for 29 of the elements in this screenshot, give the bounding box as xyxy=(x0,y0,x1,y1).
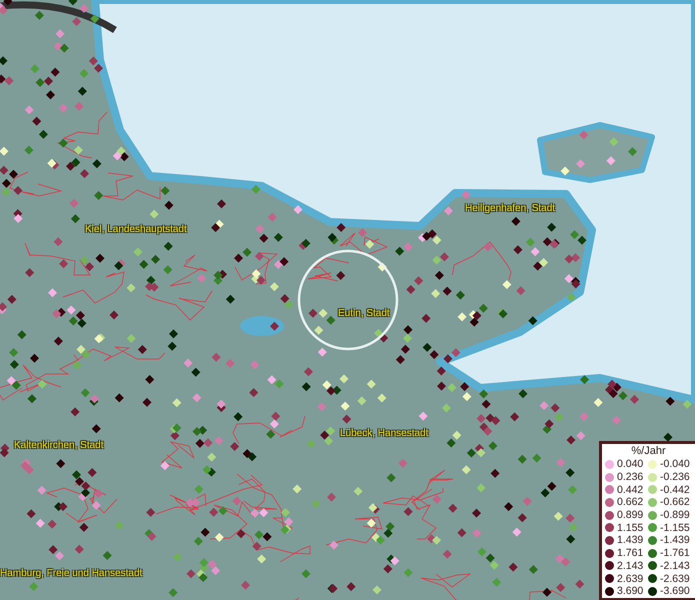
place-label: Heiligenhafen, Stadt xyxy=(465,203,556,215)
legend-value: -3.690 xyxy=(660,585,690,598)
legend-value: -0.040 xyxy=(660,458,690,470)
legend-title: %/Jahr xyxy=(630,445,667,458)
place-label: Kaltenkirchen, Stadt xyxy=(14,440,104,452)
legend-value: 1.155 xyxy=(617,522,644,534)
legend-value: -1.439 xyxy=(660,534,690,546)
legend-value: 0.899 xyxy=(617,509,644,522)
legend-value: 2.639 xyxy=(617,572,644,585)
place-label: Lübeck, Hansestadt xyxy=(340,428,428,440)
legend-value: 3.690 xyxy=(617,585,644,598)
legend-value: -2.639 xyxy=(660,572,690,585)
legend-value: -1.155 xyxy=(660,522,690,534)
legend-value: 2.143 xyxy=(617,560,644,572)
place-label: Kiel, Landeshauptstadt xyxy=(85,224,187,236)
legend-value: -1.761 xyxy=(660,547,690,560)
legend-value: -0.899 xyxy=(660,509,690,522)
legend-value: 1.761 xyxy=(617,547,644,560)
legend-value: -0.236 xyxy=(660,471,690,484)
legend-value: -2.143 xyxy=(660,560,690,572)
place-label: Hamburg, Freie und Hansestadt xyxy=(0,568,142,580)
legend-value: 0.236 xyxy=(617,471,644,484)
legend-value: 0.040 xyxy=(617,458,644,470)
legend-value: -0.442 xyxy=(660,484,690,496)
legend-value: -0.662 xyxy=(660,496,690,508)
legend-value: 1.439 xyxy=(617,534,644,546)
legend-value: 0.442 xyxy=(617,484,644,496)
place-label: Eutin, Stadt xyxy=(338,308,390,320)
legend-value: 0.662 xyxy=(617,496,644,508)
